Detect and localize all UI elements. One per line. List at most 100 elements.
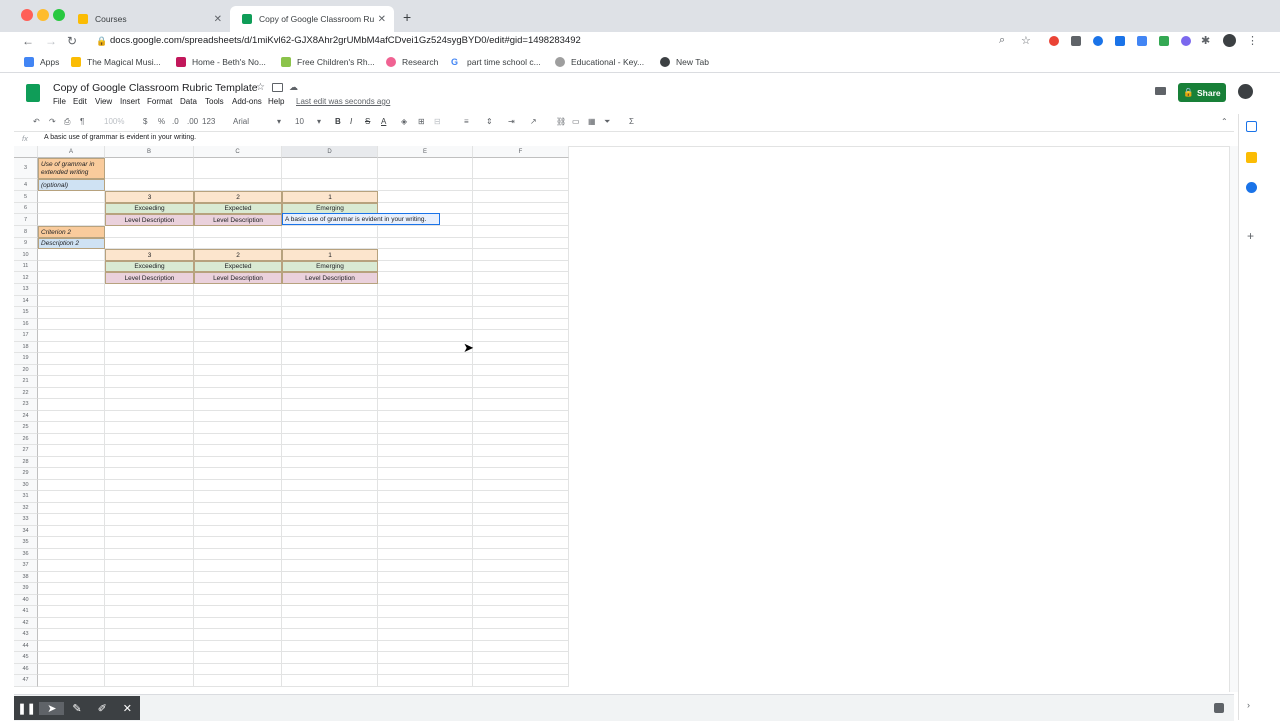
collapse-menu-icon[interactable]: ⌃ <box>1221 117 1228 126</box>
row-header[interactable]: 6 <box>14 203 38 214</box>
row-header[interactable]: 11 <box>14 261 38 272</box>
grid-cell[interactable] <box>473 663 569 675</box>
currency-button[interactable]: $ <box>143 117 147 126</box>
grid-cell[interactable] <box>194 606 282 618</box>
grid-cell[interactable] <box>38 560 105 572</box>
row-header[interactable]: 46 <box>14 663 38 675</box>
zoom-icon[interactable]: ⌕ <box>999 34 1005 47</box>
account-avatar[interactable] <box>1238 84 1253 99</box>
grid-cell[interactable] <box>473 433 569 445</box>
pointer-icon[interactable]: ➤ <box>39 701 65 715</box>
extension-icon[interactable] <box>1137 36 1147 46</box>
grid-cell[interactable] <box>105 307 194 319</box>
grid-cell[interactable] <box>473 491 569 503</box>
cell-c10[interactable]: 2 <box>194 249 282 261</box>
select-all-corner[interactable] <box>14 146 38 158</box>
cell-b10[interactable]: 3 <box>105 249 194 261</box>
row-header[interactable]: 24 <box>14 410 38 422</box>
grid-cell[interactable] <box>38 341 105 353</box>
row-header[interactable]: 45 <box>14 652 38 664</box>
grid-cell[interactable] <box>38 514 105 526</box>
tasks-icon[interactable] <box>1246 182 1257 193</box>
cell-a3[interactable]: Use of grammar in extended writing <box>38 158 105 179</box>
grid-cell[interactable] <box>105 422 194 434</box>
grid-cell[interactable] <box>38 376 105 388</box>
grid-cell[interactable] <box>38 307 105 319</box>
grid-cell[interactable] <box>473 376 569 388</box>
grid-cell[interactable] <box>378 525 473 537</box>
grid-cell[interactable] <box>282 652 378 664</box>
grid-cell[interactable] <box>473 571 569 583</box>
grid-cell[interactable] <box>105 468 194 480</box>
grid-cell[interactable] <box>194 364 282 376</box>
pen-icon[interactable]: ✎ <box>64 702 89 715</box>
grid-cell[interactable] <box>38 284 105 296</box>
grid-cell[interactable] <box>105 640 194 652</box>
cell-d12[interactable]: Level Description <box>282 272 378 284</box>
grid-cell[interactable] <box>473 399 569 411</box>
grid-cell[interactable] <box>194 663 282 675</box>
grid-cell[interactable] <box>38 330 105 342</box>
column-header-d[interactable]: D <box>282 146 378 158</box>
row-header[interactable]: 13 <box>14 284 38 296</box>
bookmark-item[interactable]: Research <box>386 57 438 67</box>
row-header[interactable]: 32 <box>14 502 38 514</box>
close-tab-icon[interactable]: ✕ <box>378 14 386 25</box>
add-addon-icon[interactable]: + <box>1247 229 1254 243</box>
grid-cell[interactable] <box>282 675 378 687</box>
grid-cell[interactable] <box>105 433 194 445</box>
cell-c12[interactable]: Level Description <box>194 272 282 284</box>
grid-cell[interactable] <box>194 179 282 191</box>
italic-button[interactable]: I <box>350 117 352 126</box>
grid-cell[interactable] <box>105 571 194 583</box>
explore-icon[interactable] <box>1214 703 1224 713</box>
grid-cell[interactable] <box>282 179 378 191</box>
bookmark-item[interactable]: The Magical Musi... <box>71 57 161 67</box>
bookmark-item[interactable]: Educational - Key... <box>555 57 644 67</box>
grid-cell[interactable] <box>38 548 105 560</box>
grid-cell[interactable] <box>378 226 473 238</box>
row-header[interactable]: 38 <box>14 571 38 583</box>
menu-edit[interactable]: Edit <box>73 97 87 106</box>
grid-cell[interactable] <box>38 203 105 214</box>
grid-cell[interactable] <box>194 629 282 641</box>
bookmark-item[interactable]: Gpart time school c... <box>451 57 541 67</box>
row-header[interactable]: 33 <box>14 514 38 526</box>
extension-icon[interactable] <box>1115 36 1125 46</box>
grid-cell[interactable] <box>38 594 105 606</box>
grid-cell[interactable] <box>282 307 378 319</box>
fill-color-icon[interactable]: ◈ <box>401 117 407 126</box>
grid-cell[interactable] <box>105 399 194 411</box>
grid-cell[interactable] <box>105 652 194 664</box>
grid-cell[interactable] <box>38 191 105 203</box>
grid-cell[interactable] <box>282 226 378 238</box>
grid-cell[interactable] <box>473 617 569 629</box>
share-button[interactable]: 🔒 Share <box>1178 83 1226 102</box>
grid-cell[interactable] <box>38 640 105 652</box>
grid-cell[interactable] <box>282 479 378 491</box>
align-vertical-icon[interactable]: ⇕ <box>486 117 493 126</box>
grid-cell[interactable] <box>105 594 194 606</box>
grid-cell[interactable] <box>473 226 569 238</box>
grid-cell[interactable] <box>194 238 282 249</box>
grid-cell[interactable] <box>38 675 105 687</box>
grid-cell[interactable] <box>38 663 105 675</box>
grid-cell[interactable] <box>473 249 569 261</box>
row-header[interactable]: 42 <box>14 617 38 629</box>
grid-cell[interactable] <box>105 560 194 572</box>
grid-cell[interactable] <box>105 238 194 249</box>
menu-format[interactable]: Format <box>147 97 172 106</box>
grid-cell[interactable] <box>473 548 569 560</box>
url-input[interactable]: docs.google.com/spreadsheets/d/1miKvl62-… <box>110 35 581 46</box>
grid-cell[interactable] <box>105 410 194 422</box>
grid-cell[interactable] <box>473 238 569 249</box>
grid-cell[interactable] <box>378 479 473 491</box>
row-header[interactable]: 14 <box>14 295 38 307</box>
grid-cell[interactable] <box>38 214 105 226</box>
forward-icon[interactable]: → <box>45 34 57 48</box>
grid-cell[interactable] <box>194 468 282 480</box>
grid-cell[interactable] <box>105 330 194 342</box>
bookmark-item[interactable]: Free Children's Rh... <box>281 57 375 67</box>
cell-d11[interactable]: Emerging <box>282 261 378 272</box>
grid-cell[interactable] <box>473 410 569 422</box>
